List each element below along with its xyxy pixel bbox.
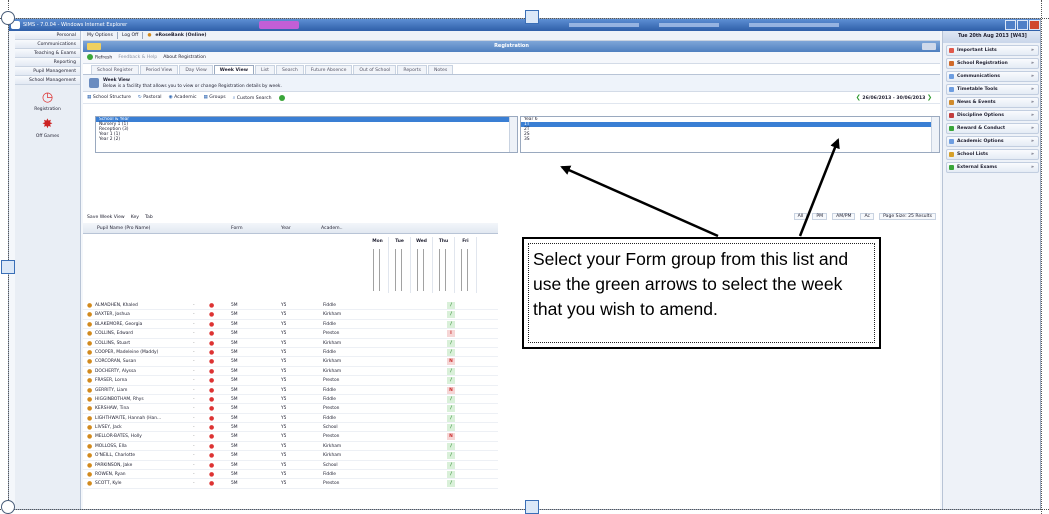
instruction-text: Select your Form group from this list an… xyxy=(528,243,875,343)
document-page: SIMS - 7.0.04 - Windows Internet Explore… xyxy=(0,0,1049,514)
instruction-callout: Select your Form group from this list an… xyxy=(522,237,881,349)
arrow-to-form-list xyxy=(560,165,719,238)
arrow-to-green-arrows xyxy=(798,138,840,237)
